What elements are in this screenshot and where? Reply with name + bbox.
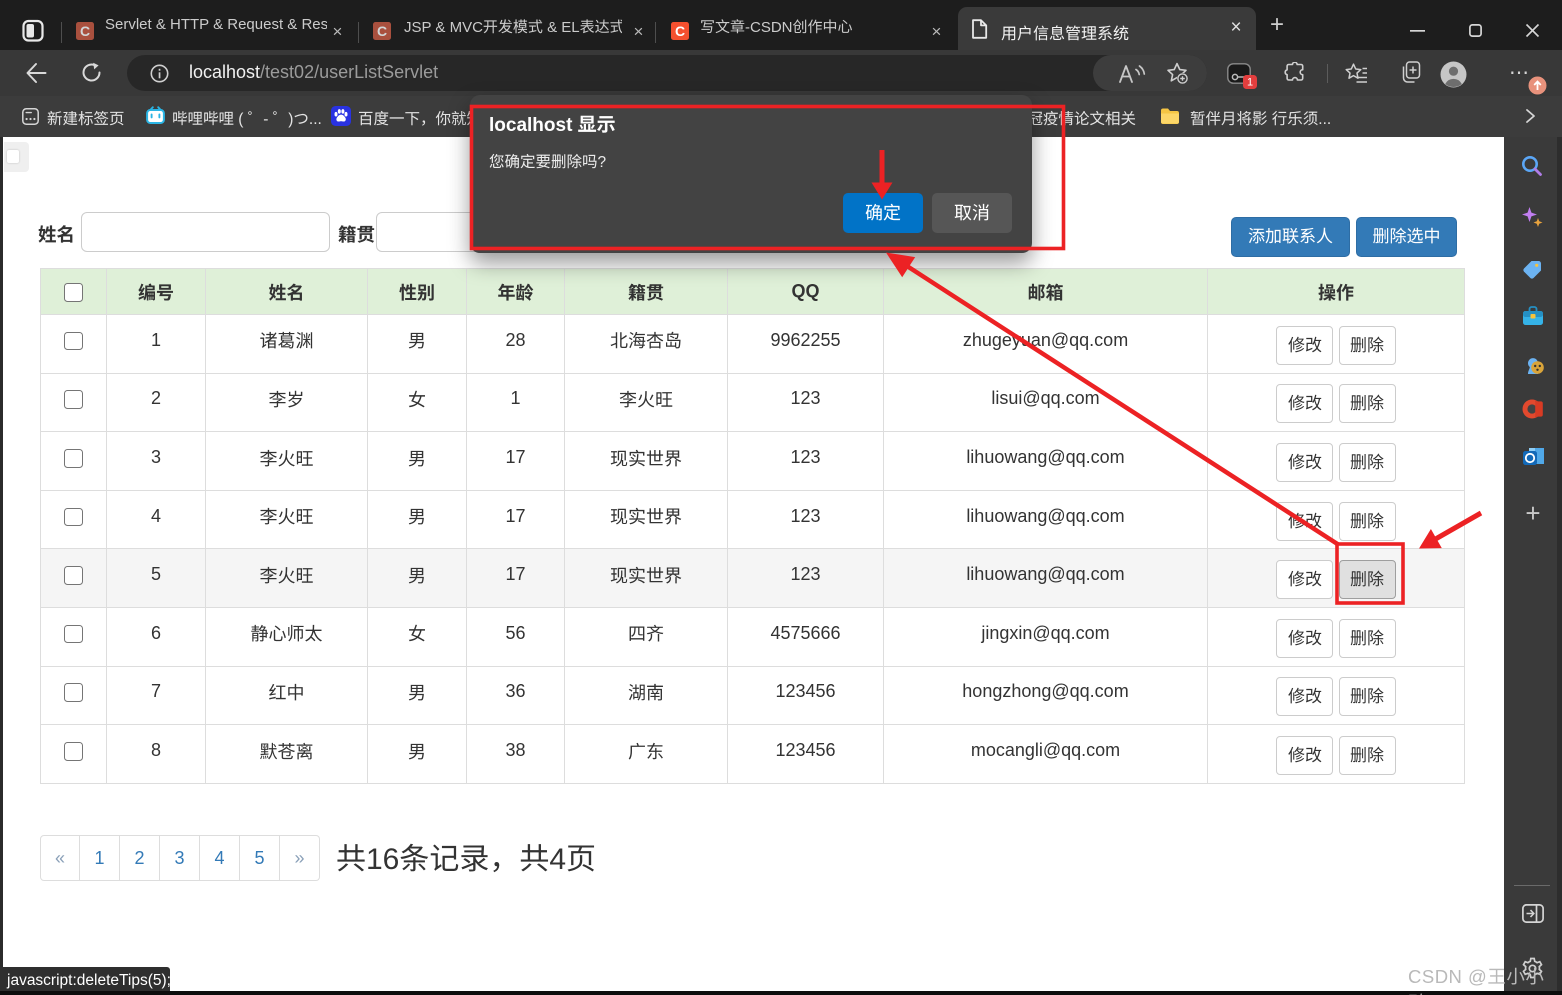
svg-text:1: 1 (1247, 77, 1253, 89)
